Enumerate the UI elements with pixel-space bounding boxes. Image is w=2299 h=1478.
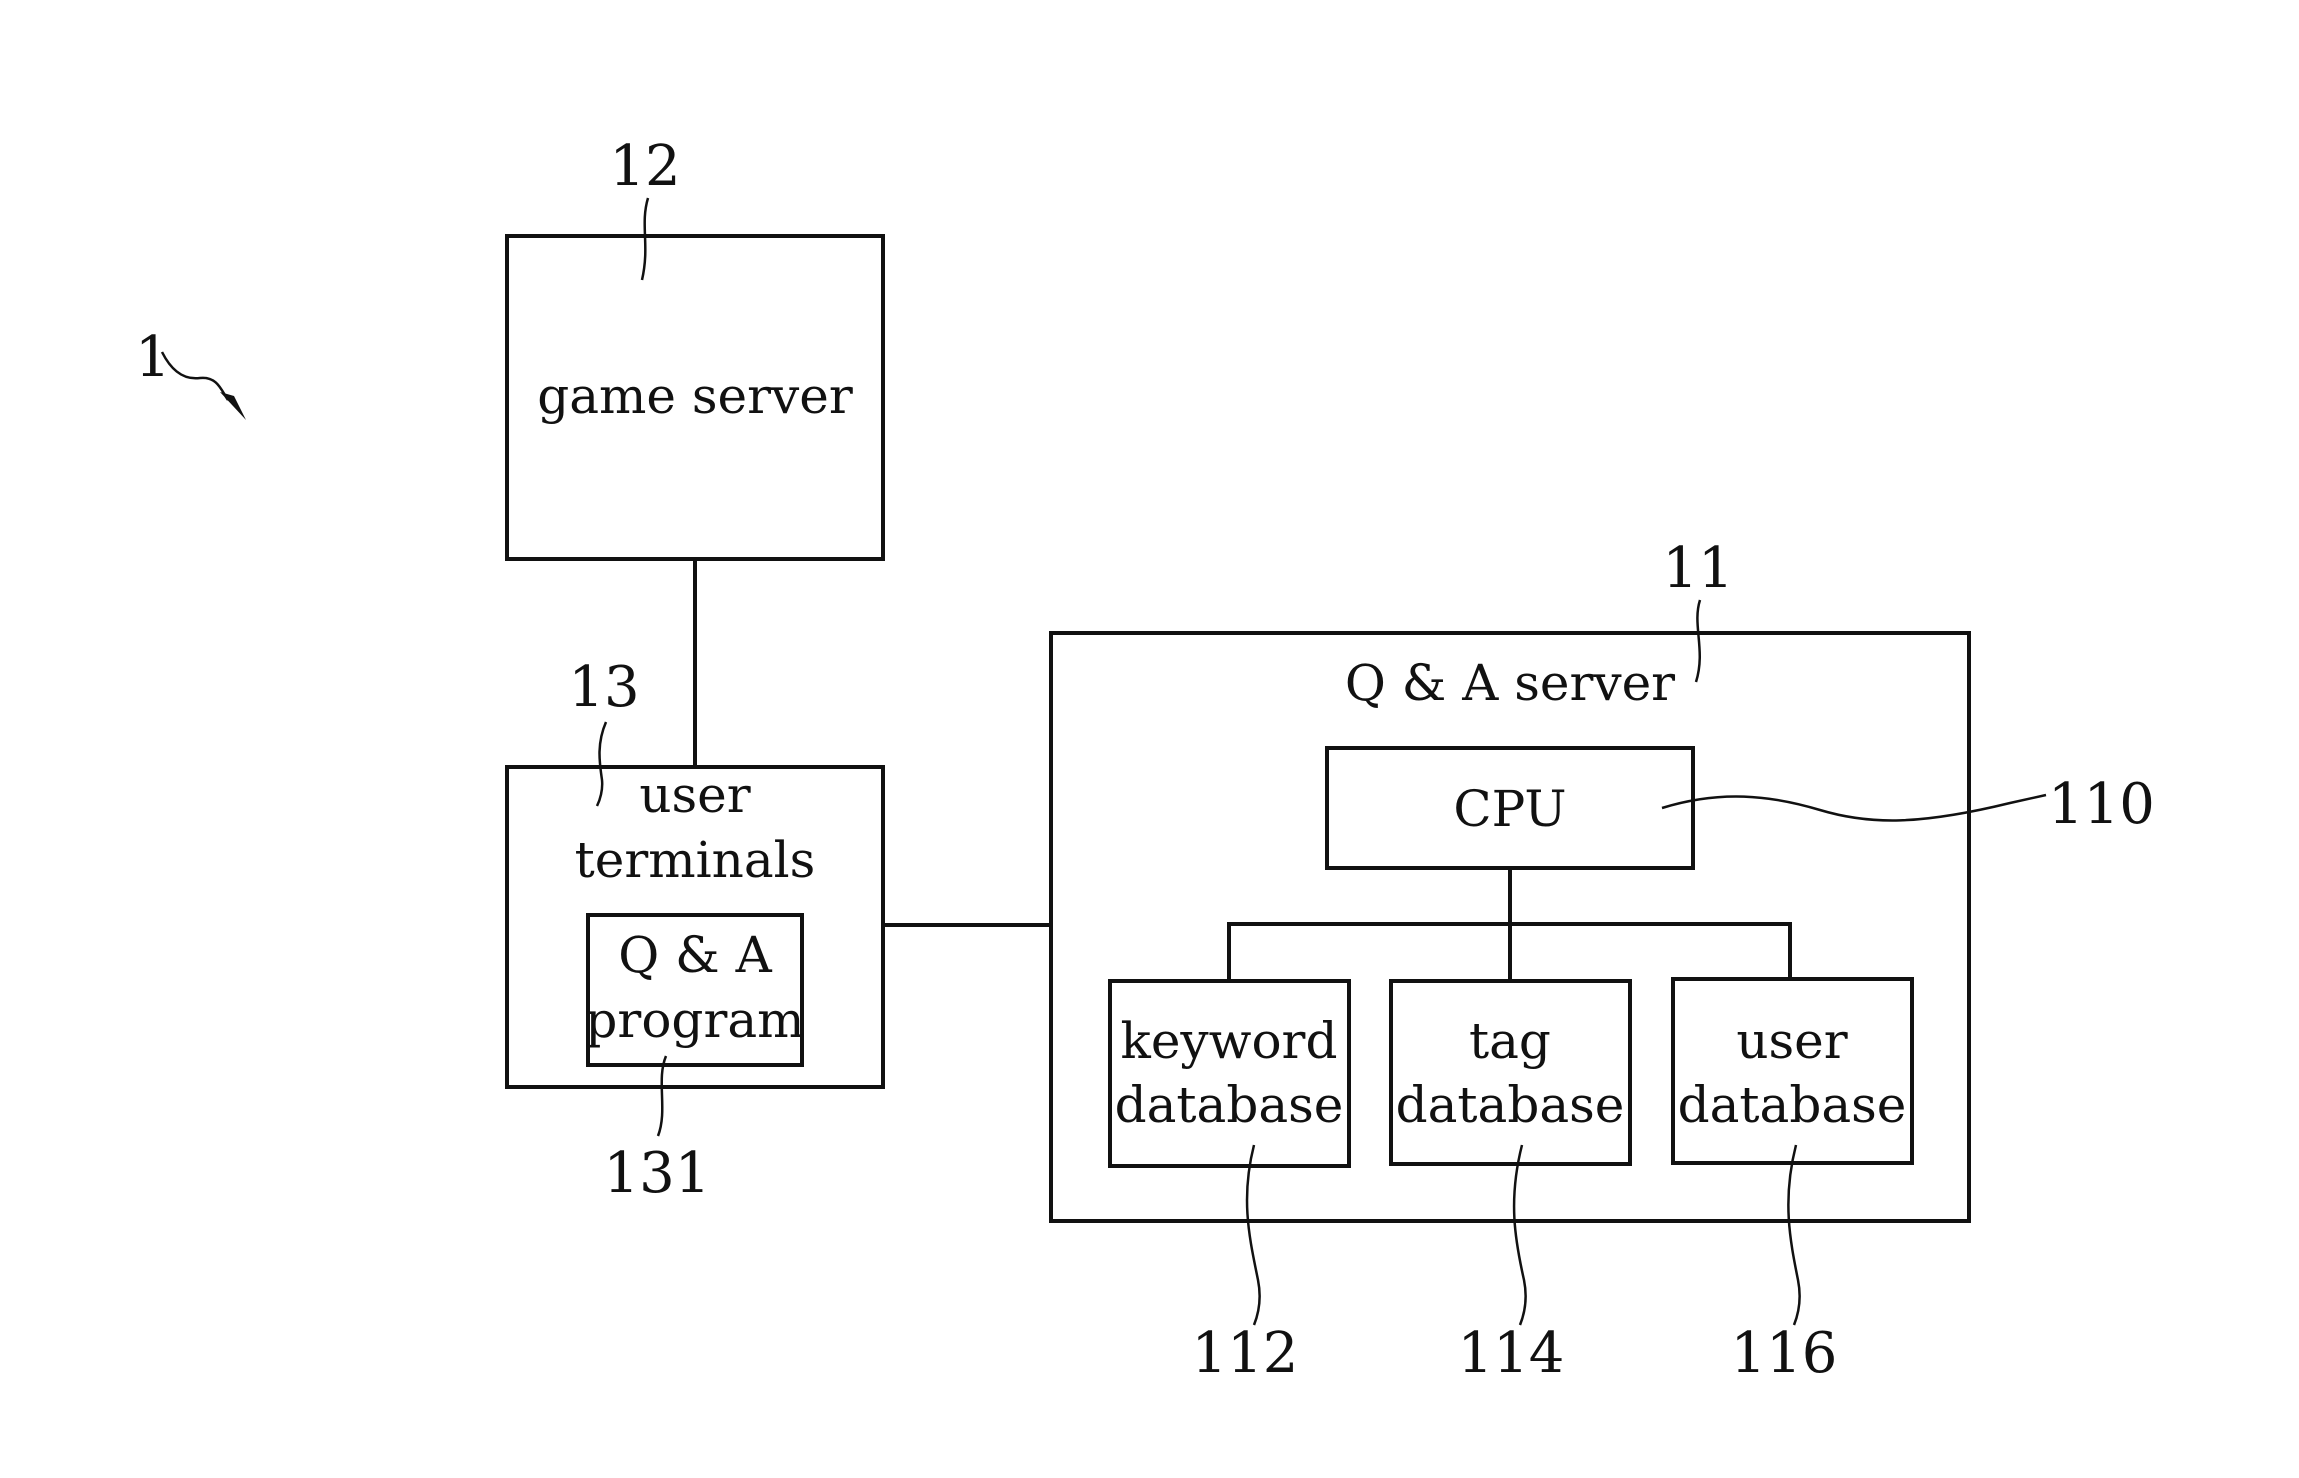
user-database-label-line1: user bbox=[1736, 1012, 1847, 1070]
tag-database-label-line2: database bbox=[1396, 1076, 1625, 1134]
tag-database-label-line1: tag bbox=[1469, 1012, 1551, 1070]
figure-ref-leader bbox=[160, 351, 230, 401]
keyword-database-label-line2: database bbox=[1115, 1076, 1344, 1134]
ref-110: 110 bbox=[2048, 772, 2155, 837]
user-database-label-line2: database bbox=[1678, 1076, 1907, 1134]
block-diagram: 1 game server 12 user terminals 13 Q & A… bbox=[135, 134, 2155, 1386]
qa-program-label-line2: program bbox=[585, 991, 804, 1049]
user-terminals-label-line1: user bbox=[639, 766, 750, 824]
ref-114: 114 bbox=[1458, 1321, 1565, 1386]
arrow-head-icon bbox=[220, 392, 246, 420]
ref-116: 116 bbox=[1731, 1321, 1838, 1386]
game-server-label: game server bbox=[537, 367, 853, 425]
qa-server-label: Q & A server bbox=[1345, 654, 1675, 712]
keyword-database-box[interactable] bbox=[1108, 979, 1351, 1168]
cpu-label: CPU bbox=[1453, 780, 1566, 838]
user-terminals-label-line2: terminals bbox=[575, 831, 816, 889]
diagram-canvas: 1 game server 12 user terminals 13 Q & A… bbox=[0, 0, 2299, 1478]
ref-131: 131 bbox=[604, 1141, 711, 1206]
keyword-database-label-line1: keyword bbox=[1121, 1012, 1338, 1070]
ref-12: 12 bbox=[609, 134, 680, 199]
ref-11: 11 bbox=[1662, 536, 1733, 601]
qa-program-label-line1: Q & A bbox=[618, 926, 772, 984]
tag-database-box[interactable] bbox=[1389, 979, 1632, 1166]
ref-112: 112 bbox=[1192, 1321, 1299, 1386]
user-database-box[interactable] bbox=[1671, 977, 1914, 1165]
ref-13: 13 bbox=[568, 655, 639, 720]
